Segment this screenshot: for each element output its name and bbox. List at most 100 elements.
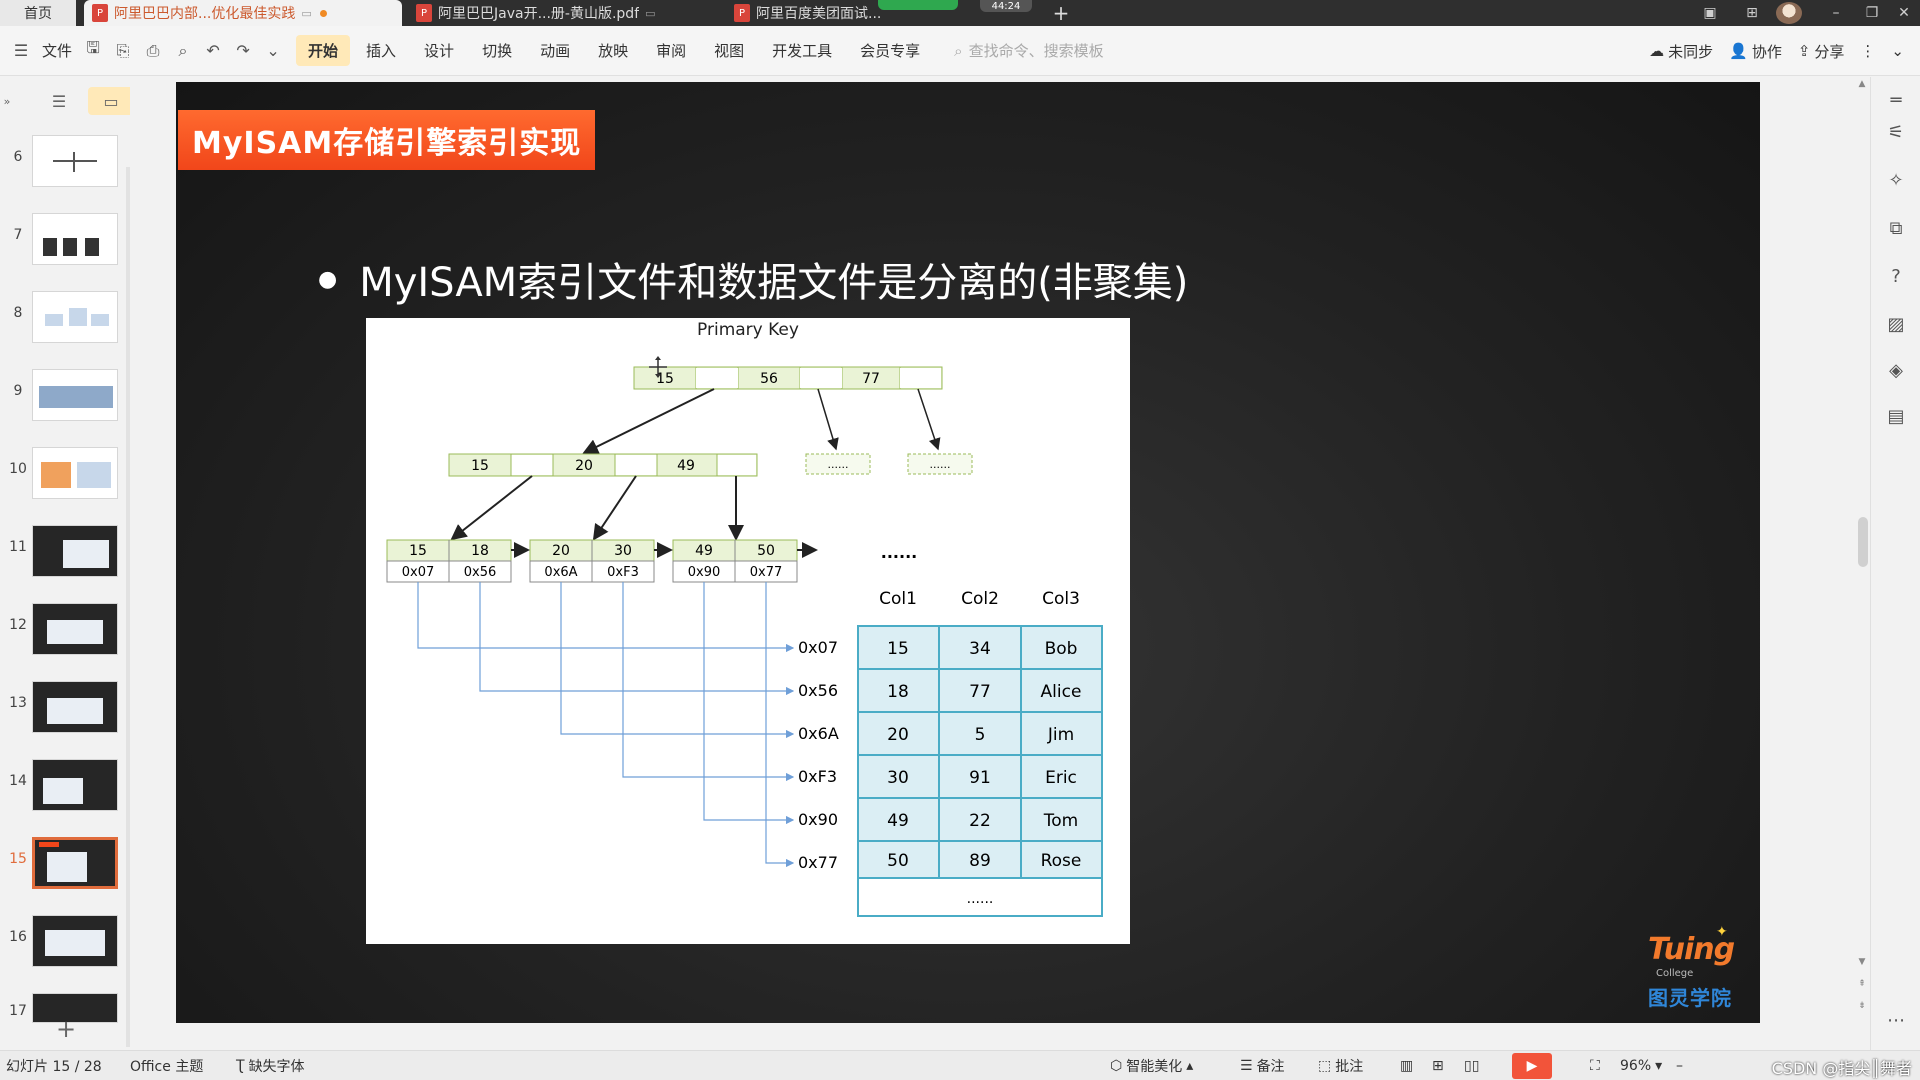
export-icon[interactable]: ⎘ <box>110 38 136 64</box>
slide-thumb[interactable]: 12 <box>0 603 130 659</box>
outline-view-icon[interactable]: ☰ <box>44 87 74 115</box>
help-icon[interactable]: ? <box>1883 263 1909 289</box>
new-tab-button[interactable]: + <box>1048 0 1074 26</box>
prev-slide-icon[interactable]: ⇞ <box>1856 979 1868 989</box>
slide-preview <box>32 525 118 577</box>
redo-icon[interactable]: ↷ <box>230 38 256 64</box>
comments-button[interactable]: ⬚ 批注 <box>1318 1051 1363 1080</box>
slide-title[interactable]: MyISAM存储引擎索引实现 <box>178 110 596 170</box>
scrollbar-thumb[interactable] <box>1858 517 1868 567</box>
menu-icon[interactable]: ☰ <box>8 38 34 64</box>
menu-insert[interactable]: 插入 <box>354 35 408 66</box>
sorter-view-icon[interactable]: ⊞ <box>1432 1051 1444 1080</box>
menu-developer[interactable]: 开发工具 <box>760 35 844 66</box>
table-cell: 18 <box>887 682 909 702</box>
sync-button[interactable]: ☁ 未同步 <box>1649 41 1713 62</box>
root-key: 56 <box>760 371 778 387</box>
menu-review[interactable]: 审阅 <box>644 35 698 66</box>
more-icon[interactable]: ⋯ <box>1883 1007 1909 1033</box>
zoom-fit-icon[interactable]: ⛶ <box>1590 1051 1600 1080</box>
collab-button[interactable]: 👤 协作 <box>1729 41 1782 62</box>
level2-key: 49 <box>677 458 695 474</box>
missing-font-button[interactable]: Ʈ 缺失字体 <box>236 1051 305 1080</box>
expand-panel-icon[interactable]: » <box>0 87 14 115</box>
slide-thumb[interactable]: 6 <box>0 135 130 191</box>
leaf-addr: 0xF3 <box>607 565 639 580</box>
tab-active-document[interactable]: P 阿里巴巴内部...优化最佳实践 ▭ <box>84 0 402 26</box>
book-icon[interactable]: ▤ <box>1883 403 1909 429</box>
slides-icon[interactable]: ⧉ <box>1883 215 1909 241</box>
scroll-down-icon[interactable]: ▼ <box>1856 957 1868 967</box>
tab-home[interactable]: 首页 <box>0 0 76 26</box>
menu-slideshow[interactable]: 放映 <box>586 35 640 66</box>
share-label: 分享 <box>1814 42 1845 61</box>
collapse-panel-icon[interactable]: ═ <box>1883 87 1909 113</box>
slide-thumb[interactable]: 9 <box>0 369 130 425</box>
undo-icon[interactable]: ↶ <box>200 38 226 64</box>
table-header: Col3 <box>1042 589 1080 609</box>
reading-view-icon[interactable]: ▯▯ <box>1464 1051 1479 1080</box>
table-cell: 15 <box>887 639 909 659</box>
tab-pdf-java[interactable]: P 阿里巴巴Java开...册-黄山版.pdf ▭ <box>408 0 718 26</box>
slide-preview <box>32 291 118 343</box>
collapse-ribbon-icon[interactable]: ⌄ <box>1891 42 1904 60</box>
share-button[interactable]: ⇪ 分享 <box>1798 41 1845 62</box>
leaf-key: 49 <box>695 543 713 559</box>
more-icon[interactable]: ⋮ <box>1860 42 1875 60</box>
slide-scrollbar[interactable]: ▲ ▼ ⇞ ⇟ <box>1856 77 1868 1050</box>
close-button[interactable]: ✕ <box>1886 0 1920 26</box>
zoom-out-button[interactable]: – <box>1676 1051 1683 1080</box>
restore-button[interactable]: ❐ <box>1854 0 1890 26</box>
slide-thumb[interactable]: 14 <box>0 759 130 815</box>
slide-canvas[interactable]: MyISAM存储引擎索引实现 ● MyISAM索引文件和数据文件是分离的(非聚集… <box>176 82 1760 1023</box>
menu-view[interactable]: 视图 <box>702 35 756 66</box>
slide-thumb-active[interactable]: 15 <box>0 837 130 893</box>
slide-thumb[interactable]: 16 <box>0 915 130 971</box>
slide-thumb[interactable]: 11 <box>0 525 130 581</box>
slide-thumb[interactable]: 7 <box>0 213 130 269</box>
command-search[interactable]: ⌕ 查找命令、搜索模板 <box>954 40 1103 61</box>
slide-preview <box>32 213 118 265</box>
normal-view-icon[interactable]: ▥ <box>1400 1051 1413 1080</box>
next-slide-icon[interactable]: ⇟ <box>1856 1001 1868 1011</box>
minimize-button[interactable]: – <box>1818 0 1854 26</box>
play-button[interactable]: ▶ <box>1512 1051 1552 1080</box>
user-icon: 👤 <box>1729 42 1748 60</box>
slide-thumb[interactable]: 13 <box>0 681 130 737</box>
btree-diagram[interactable]: Primary Key 15 56 77 15 20 49 ...... ...… <box>366 318 1130 944</box>
table-cell: 49 <box>887 811 909 831</box>
menu-member[interactable]: 会员专享 <box>848 35 932 66</box>
properties-icon[interactable]: ⚟ <box>1883 119 1909 145</box>
slide-number: 9 <box>13 383 23 399</box>
leaf-node: 20 30 0x6A 0xF3 <box>529 539 655 583</box>
avatar[interactable] <box>1776 2 1802 24</box>
table-footer: ...... <box>967 891 994 907</box>
layout-icon[interactable]: ▣ <box>1692 0 1728 26</box>
pin-icon[interactable]: ✧ <box>1883 167 1909 193</box>
thumbnail-view-icon[interactable]: ▭ <box>88 87 134 115</box>
table-cell: Rose <box>1041 851 1082 871</box>
add-slide-button[interactable]: + <box>56 1015 76 1043</box>
menu-animation[interactable]: 动画 <box>528 35 582 66</box>
menu-home[interactable]: 开始 <box>296 35 351 66</box>
menu-design[interactable]: 设计 <box>412 35 466 66</box>
print-icon[interactable]: ⎙ <box>140 38 166 64</box>
notes-button[interactable]: ☰ 备注 <box>1240 1051 1285 1080</box>
beautify-button[interactable]: ⬡ 智能美化 ▴ <box>1110 1051 1193 1080</box>
location-icon[interactable]: ◈ <box>1883 357 1909 383</box>
slide-bullet[interactable]: ● MyISAM索引文件和数据文件是分离的(非聚集) <box>318 250 1188 308</box>
image-icon[interactable]: ▨ <box>1883 311 1909 337</box>
menu-transition[interactable]: 切换 <box>470 35 524 66</box>
slide-thumb[interactable]: 10 <box>0 447 130 503</box>
pdf-file-icon: P <box>734 4 750 22</box>
theme-name[interactable]: Office 主题 <box>130 1051 203 1080</box>
save-icon[interactable]: 🖫 <box>80 38 106 64</box>
file-menu[interactable]: 文件 <box>38 40 76 61</box>
zoom-level[interactable]: 96% ▾ <box>1620 1051 1662 1080</box>
scroll-up-icon[interactable]: ▲ <box>1856 79 1868 89</box>
slide-thumb[interactable]: 8 <box>0 291 130 347</box>
preview-icon[interactable]: ⌕ <box>170 38 196 64</box>
grid-icon[interactable]: ⊞ <box>1734 0 1770 26</box>
chevron-down-icon[interactable]: ⌄ <box>260 38 286 64</box>
beautify-label: 智能美化 <box>1126 1059 1183 1075</box>
